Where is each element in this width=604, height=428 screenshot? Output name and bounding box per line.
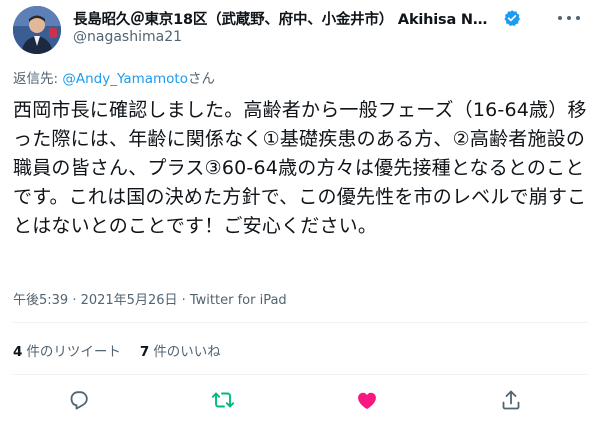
tweet-stats: 4 件のリツイート 7 件のいいね bbox=[13, 340, 240, 360]
reply-to-mention[interactable]: @Andy_Yamamoto bbox=[62, 71, 188, 87]
author-name-row[interactable]: 長島昭久＠東京18区（武蔵野、府中、小金井市） Akihisa NAG... bbox=[73, 8, 533, 28]
tweet: 長島昭久＠東京18区（武蔵野、府中、小金井市） Akihisa NAG... @… bbox=[0, 0, 604, 428]
reply-icon[interactable] bbox=[67, 388, 91, 412]
more-dot bbox=[558, 16, 562, 20]
likes-count: 7 bbox=[139, 344, 150, 360]
reply-to-line: 返信先: @Andy_Yamamotoさん bbox=[13, 67, 215, 87]
action-bar bbox=[0, 388, 604, 414]
retweet-icon[interactable] bbox=[211, 388, 235, 412]
divider bbox=[13, 322, 588, 323]
divider bbox=[13, 374, 588, 375]
avatar-photo bbox=[13, 6, 61, 54]
author-handle[interactable]: @nagashima21 bbox=[73, 29, 182, 45]
share-icon[interactable] bbox=[499, 388, 523, 412]
reply-to-prefix: 返信先: bbox=[13, 71, 63, 87]
retweets-stat[interactable]: 4 件のリツイート bbox=[13, 340, 121, 360]
tweet-text: 西岡市長に確認しました。高齢者から一般フェーズ（16-64歳）移った際には、年齢… bbox=[13, 99, 587, 237]
likes-label: 件のいいね bbox=[153, 344, 221, 360]
verified-badge-icon bbox=[504, 10, 521, 27]
reply-to-suffix: さん bbox=[188, 71, 215, 87]
more-icon[interactable] bbox=[558, 9, 580, 27]
tweet-timestamp[interactable]: 午後5:39 · 2021年5月26日 · Twitter for iPad bbox=[13, 289, 287, 308]
like-icon[interactable] bbox=[355, 388, 379, 412]
avatar[interactable] bbox=[13, 6, 61, 54]
more-dot bbox=[567, 16, 571, 20]
author-display-name[interactable]: 長島昭久＠東京18区（武蔵野、府中、小金井市） Akihisa NAG... bbox=[73, 8, 498, 29]
retweets-label: 件のリツイート bbox=[26, 344, 121, 360]
likes-stat[interactable]: 7 件のいいね bbox=[140, 340, 221, 360]
more-dot bbox=[576, 16, 580, 20]
retweets-count: 4 bbox=[13, 344, 23, 360]
